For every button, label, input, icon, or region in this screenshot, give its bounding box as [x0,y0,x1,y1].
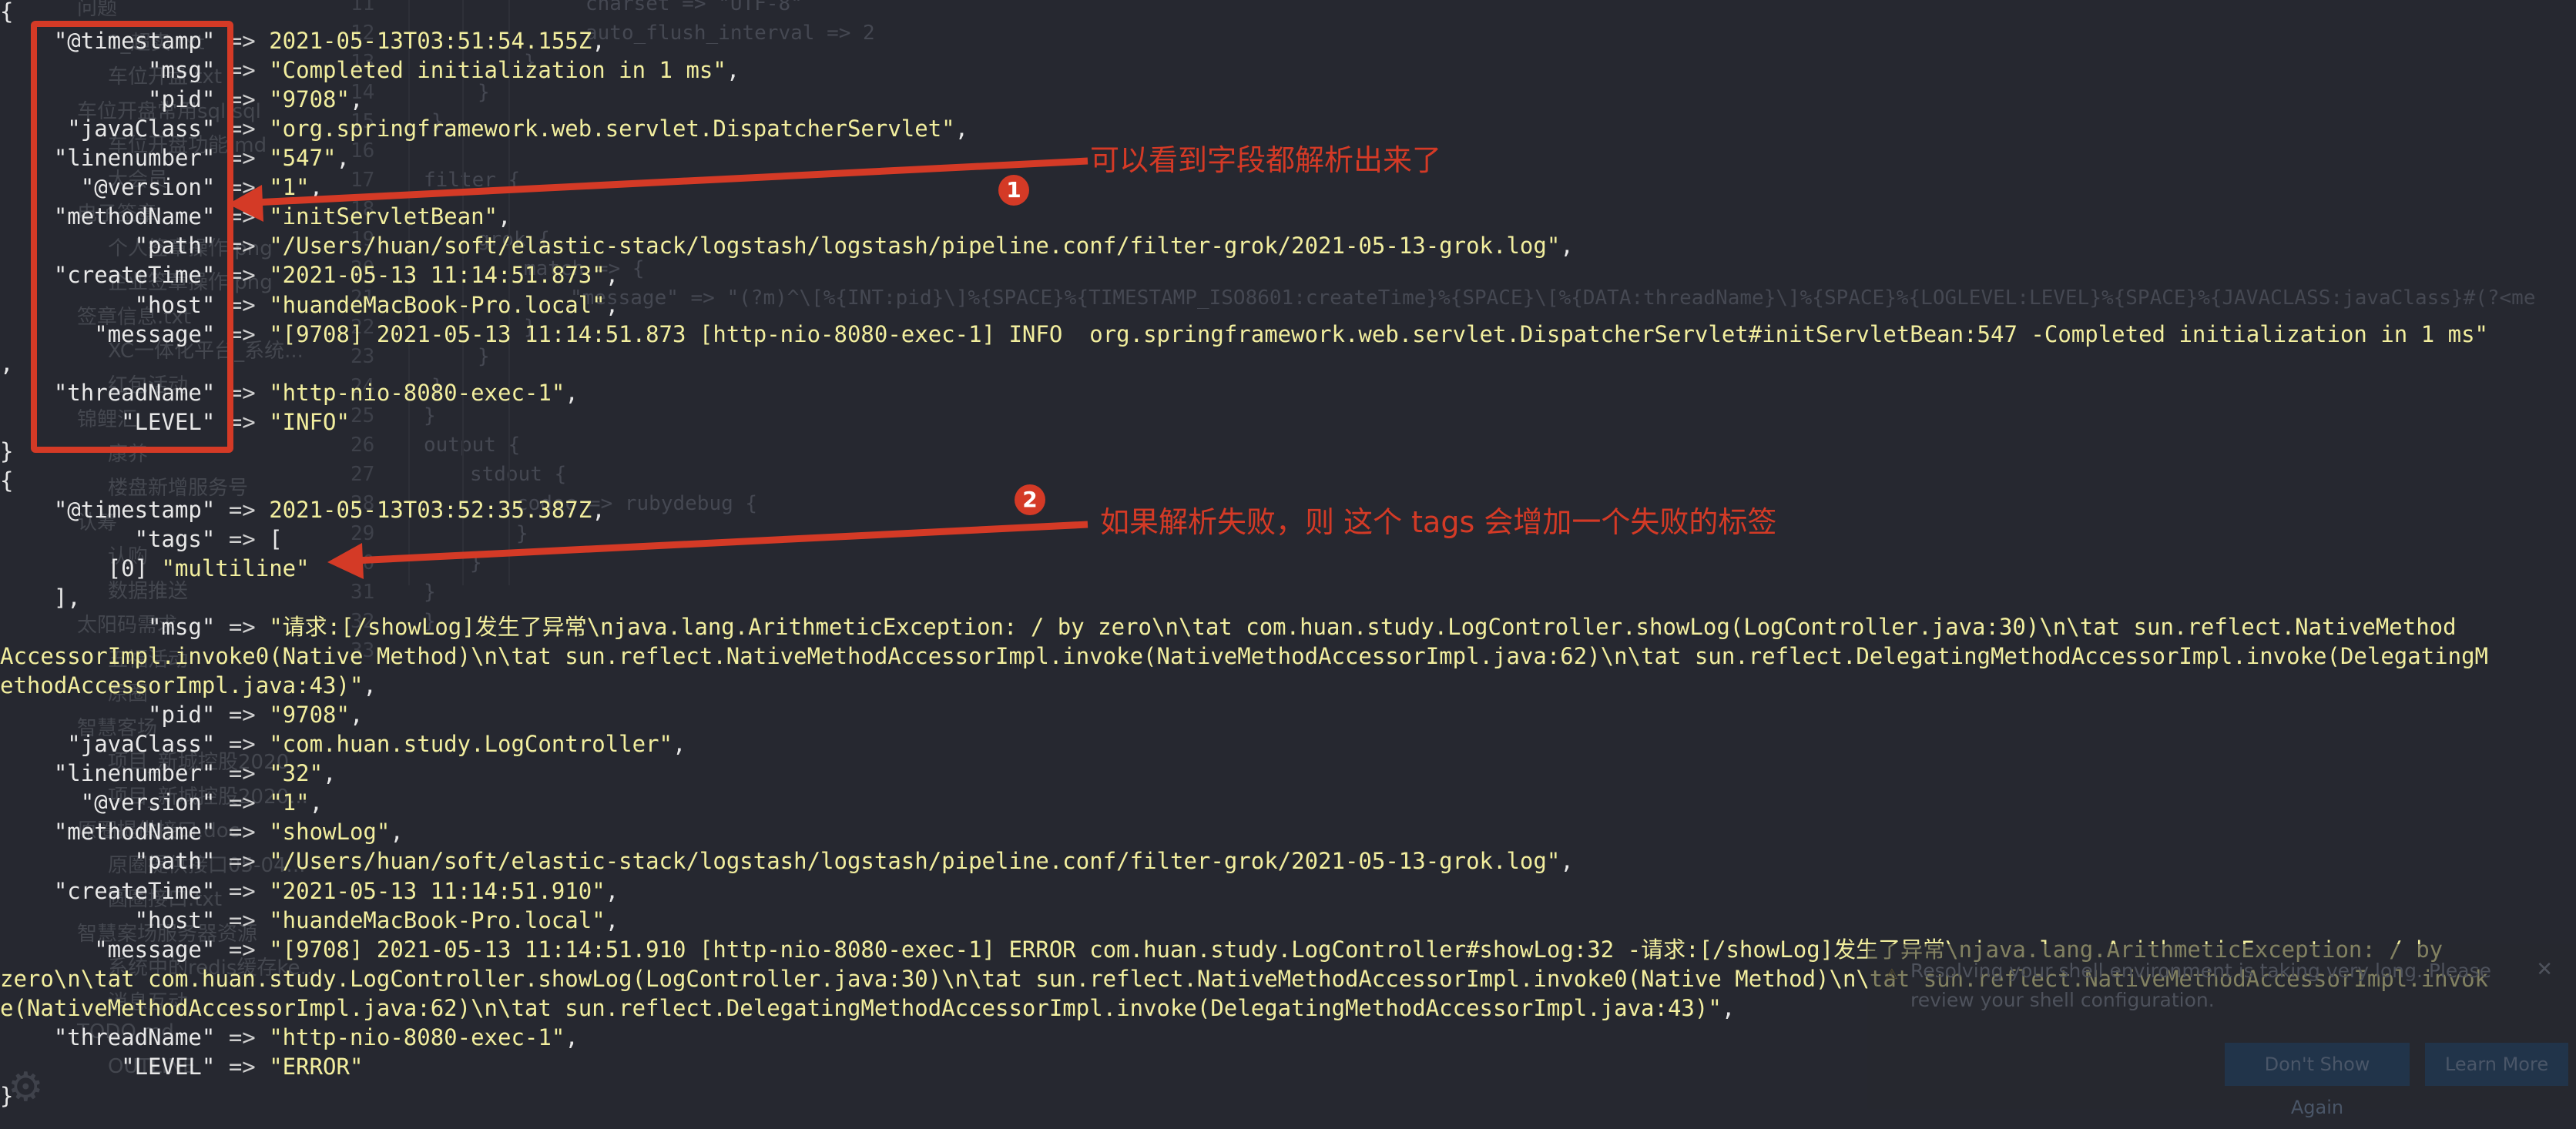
warning-icon: ⚠ [1886,961,1898,984]
shell-env-notification: ⚠ Resolving your shell environment is ta… [1867,944,2576,1118]
notification-message-2: review your shell configuration. [1910,989,2215,1011]
arrow-1 [228,157,1088,222]
annotation-note-2: 如果解析失败，则 这个 tags 会增加一个失败的标签 [1100,505,1777,539]
badge-2: 2 [1015,484,1045,515]
close-icon[interactable]: ✕ [2536,958,2553,981]
notification-message: Resolving your shell environment is taki… [1910,960,2492,982]
badge-1: 1 [998,175,1029,206]
dont-show-again-button[interactable]: Don't Show Again [2225,1043,2410,1118]
arrow-2 [327,521,1088,579]
learn-more-button[interactable]: Learn More [2425,1043,2568,1086]
annotation-note-1: 可以看到字段都解析出来了 [1090,143,1442,177]
